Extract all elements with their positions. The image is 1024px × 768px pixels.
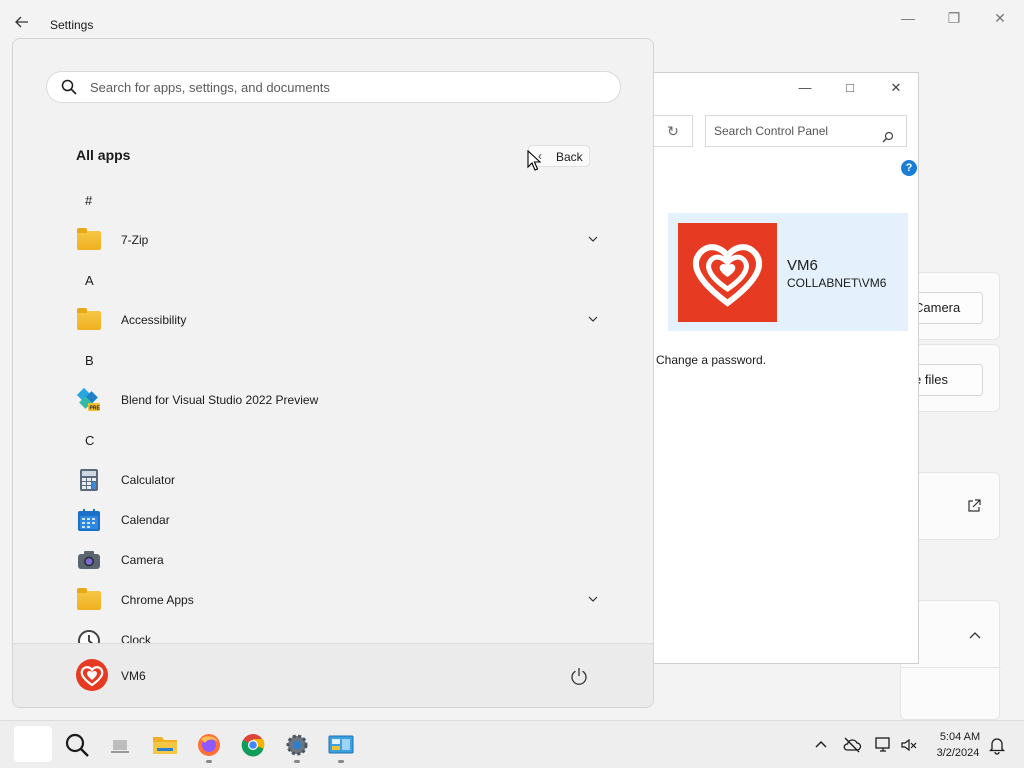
chrome-icon[interactable]	[237, 729, 269, 761]
search-icon[interactable]	[61, 729, 93, 761]
chevron-up-icon[interactable]	[811, 735, 831, 755]
control-panel-window: — □ ✕ ↻ Search Control Panel ? VM6 COLLA…	[653, 72, 919, 664]
user-account-tile: VM6 COLLABNET\VM6	[668, 213, 908, 331]
user-picture[interactable]	[678, 223, 777, 322]
user-name[interactable]: VM6	[121, 669, 146, 683]
folder-icon	[77, 308, 101, 332]
network-icon[interactable]	[874, 735, 894, 755]
start-menu: Search for apps, settings, and documents…	[12, 38, 654, 708]
app-label: Chrome Apps	[121, 593, 194, 607]
close-button[interactable]: ✕	[886, 79, 906, 97]
minimize-button[interactable]: —	[898, 8, 918, 28]
app-list[interactable]: # 7-Zip A Accessibility B PRE Blend for …	[13, 180, 653, 644]
task-view-icon[interactable]	[104, 729, 136, 761]
folder-icon	[77, 228, 101, 252]
list-item-7zip[interactable]: 7-Zip	[71, 222, 601, 258]
calendar-icon	[77, 508, 101, 532]
start-search-input[interactable]: Search for apps, settings, and documents	[46, 71, 621, 103]
refresh-button[interactable]: ↻	[654, 115, 693, 147]
letter-header[interactable]: A	[85, 273, 94, 288]
close-button[interactable]: ✕	[990, 8, 1010, 28]
running-indicator	[294, 760, 300, 763]
minimize-button[interactable]: —	[795, 79, 815, 97]
window-title: Settings	[50, 18, 94, 32]
cloud-offline-icon[interactable]	[842, 735, 862, 755]
app-label: 7-Zip	[121, 233, 149, 247]
chevron-down-icon[interactable]	[585, 231, 601, 247]
control-panel-titlebar: — □ ✕	[654, 73, 918, 103]
chevron-down-icon[interactable]	[585, 311, 601, 327]
chevron-up-icon[interactable]	[969, 629, 981, 647]
letter-header[interactable]: #	[85, 193, 92, 208]
calculator-icon	[77, 468, 101, 492]
list-item-calculator[interactable]: Calculator	[71, 462, 601, 498]
file-explorer-icon[interactable]	[149, 729, 181, 761]
search-placeholder: Search Control Panel	[714, 124, 829, 138]
app-label: Camera	[121, 553, 164, 567]
control-panel-search-input[interactable]: Search Control Panel	[705, 115, 907, 147]
app-label: Calendar	[121, 513, 170, 527]
clock-time[interactable]: 5:04 AM	[936, 731, 984, 743]
heart-logo-icon	[693, 244, 762, 307]
start-button[interactable]	[14, 726, 52, 762]
letter-header[interactable]: C	[85, 433, 94, 448]
blend-icon: PRE	[76, 387, 101, 412]
letter-header[interactable]: B	[85, 353, 94, 368]
taskbar: 5:04 AM 3/2/2024	[0, 720, 1024, 768]
search-placeholder: Search for apps, settings, and documents	[90, 80, 330, 95]
search-icon	[61, 79, 77, 95]
refresh-icon: ↻	[667, 123, 679, 139]
app-label: Blend for Visual Studio 2022 Preview	[121, 393, 319, 407]
help-icon[interactable]: ?	[901, 160, 917, 176]
camera-icon	[77, 548, 101, 572]
list-item-camera[interactable]: Camera	[71, 542, 601, 578]
account-domain: COLLABNET\VM6	[787, 276, 887, 290]
volume-muted-icon[interactable]	[899, 735, 919, 755]
heart-logo-icon	[80, 666, 104, 687]
notification-bell-icon[interactable]	[987, 735, 1007, 755]
change-password-link[interactable]: Change a password.	[656, 353, 766, 367]
clock-date[interactable]: 3/2/2024	[932, 747, 984, 759]
list-item-blend[interactable]: PRE Blend for Visual Studio 2022 Preview	[71, 382, 601, 418]
firefox-icon[interactable]	[193, 729, 225, 763]
divider	[901, 667, 1001, 668]
list-item-accessibility[interactable]: Accessibility	[71, 302, 601, 338]
list-item-calendar[interactable]: Calendar	[71, 502, 601, 538]
running-indicator	[206, 760, 212, 763]
svg-text:PRE: PRE	[90, 406, 101, 412]
app-label: Calculator	[121, 473, 176, 487]
maximize-button[interactable]: □	[840, 79, 860, 97]
control-panel-icon[interactable]	[325, 729, 357, 763]
back-arrow-icon[interactable]	[14, 14, 34, 34]
chevron-down-icon[interactable]	[585, 591, 601, 607]
restore-button[interactable]: ❐	[944, 8, 964, 28]
app-label: Accessibility	[121, 313, 187, 327]
settings-gear-icon[interactable]	[281, 729, 313, 763]
account-name: VM6	[787, 257, 818, 274]
list-item-chrome-apps[interactable]: Chrome Apps	[71, 582, 601, 618]
all-apps-heading: All apps	[76, 147, 131, 163]
mouse-cursor-icon	[527, 150, 541, 171]
start-footer: VM6	[13, 643, 653, 707]
running-indicator	[338, 760, 344, 763]
power-icon[interactable]	[569, 666, 589, 686]
external-link-icon	[967, 499, 981, 518]
clock-icon	[77, 628, 101, 644]
avatar[interactable]	[76, 659, 108, 691]
search-icon	[882, 124, 894, 154]
back-label: Back	[556, 150, 583, 164]
list-item-clock[interactable]: Clock	[71, 622, 601, 644]
folder-icon	[77, 588, 101, 612]
